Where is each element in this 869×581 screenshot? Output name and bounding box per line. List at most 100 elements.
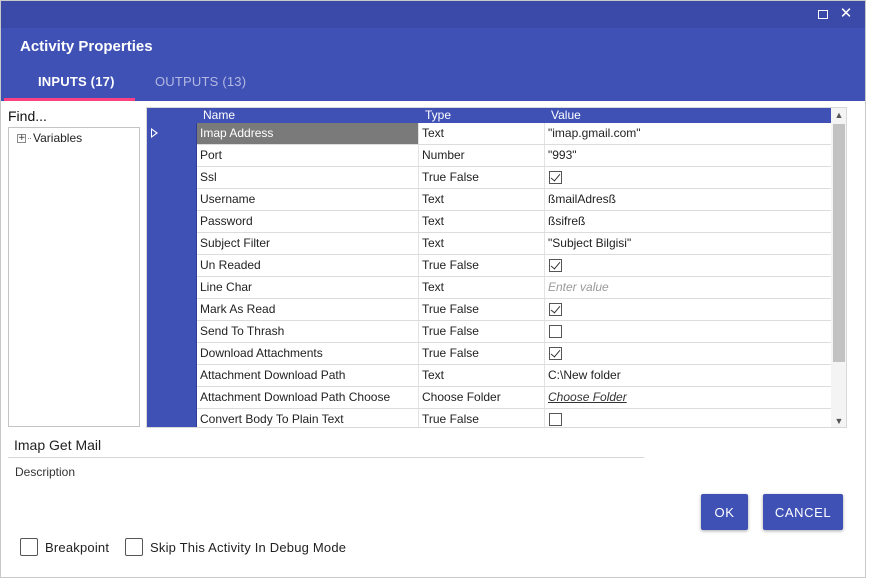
row-selector[interactable] <box>147 343 197 365</box>
table-row[interactable]: Attachment Download Path Text C:\New folde… <box>147 365 831 387</box>
close-icon[interactable]: ✕ <box>838 6 854 22</box>
property-value-cell[interactable]: "993" <box>545 145 831 166</box>
checkbox-checked[interactable] <box>549 347 562 360</box>
checkbox-checked[interactable] <box>549 171 562 184</box>
table-row[interactable]: Ssl True False <box>147 167 831 189</box>
property-name-cell[interactable]: Convert Body To Plain Text <box>197 409 419 427</box>
row-selector[interactable] <box>147 277 197 299</box>
property-value-cell[interactable]: Enter value <box>545 277 831 298</box>
table-row[interactable]: Line Char Text Enter value <box>147 277 831 299</box>
property-name-cell[interactable]: Port <box>197 145 419 166</box>
property-value-cell[interactable]: "Subject Bilgisi" <box>545 233 831 254</box>
property-name-cell[interactable]: Ssl <box>197 167 419 188</box>
scroll-up-icon[interactable]: ▲ <box>831 108 846 122</box>
description-label[interactable]: Description <box>15 465 75 479</box>
property-value-cell[interactable] <box>545 299 831 320</box>
row-selector[interactable] <box>147 299 197 321</box>
row-selector[interactable] <box>147 123 197 145</box>
table-row[interactable]: Imap Address Text "imap.gmail.com" <box>147 123 831 145</box>
skip-debug-option[interactable]: Skip This Activity In Debug Mode <box>125 538 346 556</box>
property-name-cell[interactable]: Attachment Download Path <box>197 365 419 386</box>
expand-icon[interactable]: + <box>17 133 26 143</box>
property-name-cell[interactable]: Mark As Read <box>197 299 419 320</box>
property-value-cell[interactable]: Choose Folder <box>545 387 831 408</box>
property-value-cell[interactable]: "imap.gmail.com" <box>545 123 831 144</box>
row-selector[interactable] <box>147 145 197 167</box>
grid-rows: Imap Address Text "imap.gmail.com" Port Numb… <box>147 123 831 427</box>
activity-name[interactable]: Imap Get Mail <box>14 437 101 453</box>
property-value-cell[interactable] <box>545 167 831 188</box>
skip-debug-checkbox[interactable] <box>125 538 143 556</box>
property-name-cell[interactable]: Imap Address <box>197 123 419 144</box>
column-header-type: Type <box>425 108 452 122</box>
table-row[interactable]: Convert Body To Plain Text True False <box>147 409 831 427</box>
table-row[interactable]: Password Text ßsifreß <box>147 211 831 233</box>
tree-node-label: Variables <box>33 131 83 145</box>
table-row[interactable]: Port Number "993" <box>147 145 831 167</box>
row-selector[interactable] <box>147 189 197 211</box>
scrollbar-thumb[interactable] <box>833 124 845 362</box>
scroll-down-icon[interactable]: ▼ <box>831 414 846 427</box>
variables-tree: + Variables <box>8 127 140 427</box>
property-name-cell[interactable]: Download Attachments <box>197 343 419 364</box>
table-row[interactable]: Attachment Download Path Choose Choose Fo… <box>147 387 831 409</box>
tab-inputs[interactable]: INPUTS (17) <box>38 74 115 89</box>
checkbox-checked[interactable] <box>549 303 562 316</box>
tree-connector <box>28 137 31 139</box>
breakpoint-option[interactable]: Breakpoint <box>20 538 109 556</box>
property-value-cell[interactable]: ßmailAdresß <box>545 189 831 210</box>
dialog-header: Activity Properties INPUTS (17) OUTPUTS … <box>1 28 865 101</box>
table-row[interactable]: Subject Filter Text "Subject Bilgisi" <box>147 233 831 255</box>
skip-debug-label: Skip This Activity In Debug Mode <box>150 539 347 555</box>
property-name-cell[interactable]: Line Char <box>197 277 419 298</box>
row-selector[interactable] <box>147 233 197 255</box>
property-value-cell[interactable] <box>545 321 831 342</box>
find-label[interactable]: Find... <box>8 108 47 124</box>
property-type-cell: Number <box>419 145 545 166</box>
property-name-cell[interactable]: Attachment Download Path Choose <box>197 387 419 408</box>
ok-button[interactable]: OK <box>701 494 748 530</box>
checkbox-unchecked[interactable] <box>549 413 562 426</box>
property-value-cell[interactable] <box>545 255 831 276</box>
grid-scrollbar[interactable]: ▲ ▼ <box>831 108 846 427</box>
tab-outputs[interactable]: OUTPUTS (13) <box>155 74 246 89</box>
grid-header: Name Type Value <box>147 108 831 123</box>
property-value-cell[interactable] <box>545 409 831 427</box>
row-selector[interactable] <box>147 167 197 189</box>
property-value-cell[interactable]: ßsifreß <box>545 211 831 232</box>
row-selector[interactable] <box>147 409 197 427</box>
property-type-cell: Text <box>419 233 545 254</box>
breakpoint-checkbox[interactable] <box>20 538 38 556</box>
property-value-cell[interactable] <box>545 343 831 364</box>
checkbox-checked[interactable] <box>549 259 562 272</box>
property-name-cell[interactable]: Un Readed <box>197 255 419 276</box>
maximize-icon[interactable] <box>815 6 831 22</box>
breakpoint-label: Breakpoint <box>45 539 110 555</box>
property-name-cell[interactable]: Password <box>197 211 419 232</box>
column-header-name: Name <box>203 108 236 122</box>
property-type-cell: True False <box>419 167 545 188</box>
table-row[interactable]: Username Text ßmailAdresß <box>147 189 831 211</box>
table-row[interactable]: Mark As Read True False <box>147 299 831 321</box>
table-row[interactable]: Send To Thrash True False <box>147 321 831 343</box>
property-type-cell: True False <box>419 255 545 276</box>
table-row[interactable]: Un Readed True False <box>147 255 831 277</box>
activity-properties-dialog: ✕ Activity Properties INPUTS (17) OUTPUT… <box>0 0 866 578</box>
tree-node-variables[interactable]: + Variables <box>17 131 82 145</box>
row-selector[interactable] <box>147 387 197 409</box>
cancel-button[interactable]: CANCEL <box>763 494 843 530</box>
property-name-cell[interactable]: Username <box>197 189 419 210</box>
property-type-cell: True False <box>419 299 545 320</box>
property-name-cell[interactable]: Send To Thrash <box>197 321 419 342</box>
property-name-cell[interactable]: Subject Filter <box>197 233 419 254</box>
table-row[interactable]: Download Attachments True False <box>147 343 831 365</box>
dialog-title: Activity Properties <box>20 38 153 55</box>
property-type-cell: Text <box>419 211 545 232</box>
row-selector[interactable] <box>147 255 197 277</box>
row-selector[interactable] <box>147 321 197 343</box>
property-value-cell[interactable]: C:\New folder <box>545 365 831 386</box>
property-type-cell: True False <box>419 321 545 342</box>
row-selector[interactable] <box>147 365 197 387</box>
checkbox-unchecked[interactable] <box>549 325 562 338</box>
row-selector[interactable] <box>147 211 197 233</box>
